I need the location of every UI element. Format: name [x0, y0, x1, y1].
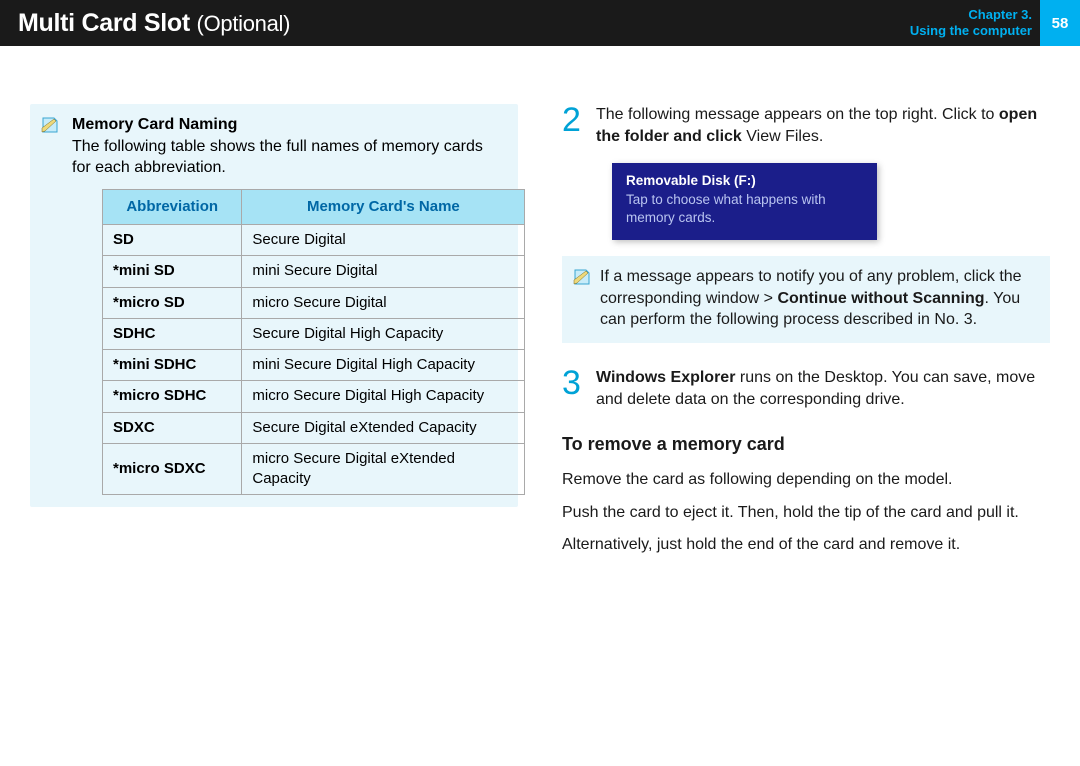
table-col-abbr: Abbreviation: [103, 189, 242, 224]
memory-card-table: Abbreviation Memory Card's Name SDSecure…: [102, 189, 525, 496]
remove-card-heading: To remove a memory card: [562, 434, 1050, 455]
left-column: Memory Card Naming The following table s…: [30, 104, 518, 566]
page-number: 58: [1052, 15, 1069, 32]
chapter-line-1: Chapter 3.: [910, 7, 1032, 23]
memory-naming-head: Memory Card Naming: [72, 114, 504, 136]
table-row: *mini SDmini Secure Digital: [103, 256, 525, 287]
remove-p1: Remove the card as following depending o…: [562, 469, 1050, 491]
tip-text-b: Continue without Scanning: [777, 290, 984, 307]
note-icon: [40, 114, 60, 141]
removable-disk-toast[interactable]: Removable Disk (F:) Tap to choose what h…: [612, 163, 877, 240]
step-number-3: 3: [562, 367, 584, 410]
memory-naming-intro: The following table shows the full names…: [72, 136, 504, 179]
title-main: Multi Card Slot: [18, 9, 190, 37]
scanning-tip-note: If a message appears to notify you of an…: [562, 256, 1050, 343]
header-right: Chapter 3. Using the computer 58: [910, 0, 1080, 46]
step2-text-a: The following message appears on the top…: [596, 106, 999, 123]
table-row: *micro SDmicro Secure Digital: [103, 287, 525, 318]
table-row: *micro SDHCmicro Secure Digital High Cap…: [103, 381, 525, 412]
chapter-info: Chapter 3. Using the computer: [910, 7, 1040, 40]
content-area: Memory Card Naming The following table s…: [0, 46, 1080, 566]
table-col-name: Memory Card's Name: [242, 189, 525, 224]
remove-p3: Alternatively, just hold the end of the …: [562, 534, 1050, 556]
toast-text: Tap to choose what happens with memory c…: [626, 191, 863, 226]
step-2: 2 The following message appears on the t…: [562, 104, 1050, 147]
note-body: Memory Card Naming The following table s…: [72, 114, 504, 495]
right-column: 2 The following message appears on the t…: [562, 104, 1050, 566]
page-number-badge: 58: [1040, 0, 1080, 46]
remove-p2: Push the card to eject it. Then, hold th…: [562, 502, 1050, 524]
table-row: SDXCSecure Digital eXtended Capacity: [103, 412, 525, 443]
step2-text-c: View Files.: [742, 128, 824, 145]
memory-naming-note: Memory Card Naming The following table s…: [30, 104, 518, 507]
title-suffix: (Optional): [197, 11, 291, 36]
note-icon: [572, 266, 592, 293]
table-row: *micro SDXCmicro Secure Digital eXtended…: [103, 443, 525, 495]
step-number-2: 2: [562, 104, 584, 147]
tip-body: If a message appears to notify you of an…: [600, 266, 1036, 331]
header-bar: Multi Card Slot (Optional) Chapter 3. Us…: [0, 0, 1080, 46]
step-3: 3 Windows Explorer runs on the Desktop. …: [562, 367, 1050, 410]
chapter-line-2: Using the computer: [910, 23, 1032, 39]
table-row: SDSecure Digital: [103, 225, 525, 256]
toast-title: Removable Disk (F:): [626, 173, 863, 188]
step-2-body: The following message appears on the top…: [596, 104, 1050, 147]
table-row: *mini SDHCmini Secure Digital High Capac…: [103, 350, 525, 381]
step3-text-a: Windows Explorer: [596, 369, 735, 386]
page-title: Multi Card Slot (Optional): [18, 9, 290, 38]
table-row: SDHCSecure Digital High Capacity: [103, 318, 525, 349]
step-3-body: Windows Explorer runs on the Desktop. Yo…: [596, 367, 1050, 410]
